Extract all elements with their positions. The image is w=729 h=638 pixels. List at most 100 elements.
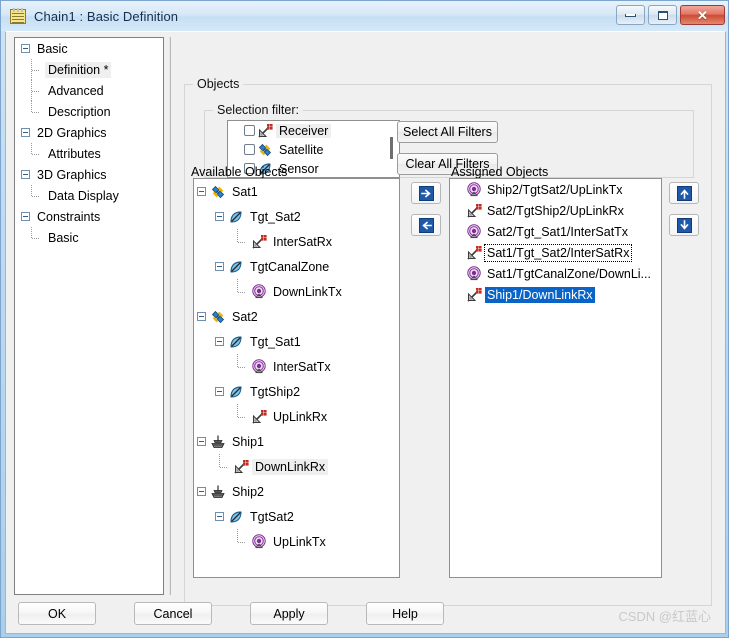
- tree-collapse-icon[interactable]: [215, 512, 224, 521]
- cancel-button[interactable]: Cancel: [134, 602, 212, 625]
- available-object-label: DownLinkRx: [252, 458, 329, 475]
- available-object-item[interactable]: UpLinkTx: [194, 529, 399, 554]
- tree-collapse-icon[interactable]: [21, 170, 30, 179]
- tree-item-data-display[interactable]: Data Display: [15, 185, 163, 206]
- select-all-filters-button[interactable]: Select All Filters: [397, 121, 498, 143]
- tree-collapse-icon[interactable]: [215, 262, 224, 271]
- tree-item-label: Definition *: [45, 61, 112, 78]
- filter-scroll-thumb[interactable]: [390, 137, 393, 159]
- move-down-button[interactable]: [669, 214, 699, 236]
- available-object-item[interactable]: Sat1: [194, 179, 399, 204]
- tree-item-3d-graphics[interactable]: 3D Graphics: [15, 164, 163, 185]
- available-object-item[interactable]: TgtSat2: [194, 504, 399, 529]
- close-button[interactable]: ✕: [680, 5, 725, 25]
- available-object-item[interactable]: UpLinkRx: [194, 404, 399, 429]
- transmitter-icon: [466, 265, 482, 282]
- filter-checkbox-satellite[interactable]: [244, 144, 255, 155]
- tree-item-basic[interactable]: Basic: [15, 38, 163, 59]
- tree-connector: [27, 227, 45, 248]
- tree-item-advanced[interactable]: Advanced: [15, 80, 163, 101]
- available-object-item[interactable]: Tgt_Sat1: [194, 329, 399, 354]
- assigned-object-label: Ship1/DownLinkRx: [485, 286, 595, 303]
- ship-icon: [210, 434, 226, 450]
- tree-item-attributes[interactable]: Attributes: [15, 143, 163, 164]
- tree-item-label: Advanced: [48, 83, 104, 98]
- receiver-icon: [257, 123, 273, 139]
- tree-collapse-icon[interactable]: [197, 487, 206, 496]
- available-object-item[interactable]: TgtShip2: [194, 379, 399, 404]
- assigned-object-item[interactable]: Sat1/Tgt_Sat2/InterSatRx: [450, 242, 661, 263]
- available-object-item[interactable]: DownLinkTx: [194, 279, 399, 304]
- filter-list-scrollbar[interactable]: [386, 123, 397, 175]
- assigned-object-item[interactable]: Ship2/TgtSat2/UpLinkTx: [450, 179, 661, 200]
- filter-row[interactable]: Receiver: [228, 121, 399, 140]
- move-left-button[interactable]: [411, 214, 441, 236]
- dialog-client-area: Basic Definition * Advanced Description 2D G…: [5, 31, 726, 634]
- available-objects-list[interactable]: Sat1 Tgt_Sat2 InterSatRx TgtCanalZone DownLi…: [193, 178, 400, 578]
- available-object-item[interactable]: Ship1: [194, 429, 399, 454]
- receiver-icon: [233, 459, 249, 475]
- filter-row-label: Receiver: [276, 123, 332, 138]
- satellite-icon: [210, 184, 226, 200]
- assigned-object-item[interactable]: Sat2/TgtShip2/UpLinkRx: [450, 200, 661, 221]
- tree-item-2d-graphics[interactable]: 2D Graphics: [15, 122, 163, 143]
- available-object-item[interactable]: InterSatRx: [194, 229, 399, 254]
- tree-item-label: Constraints: [37, 209, 101, 224]
- maximize-button[interactable]: [648, 5, 677, 25]
- apply-button[interactable]: Apply: [250, 602, 328, 625]
- tree-item-constraints[interactable]: Constraints: [15, 206, 163, 227]
- tree-item-basic[interactable]: Basic: [15, 227, 163, 248]
- available-object-item[interactable]: TgtCanalZone: [194, 254, 399, 279]
- available-object-label: UpLinkTx: [273, 534, 326, 549]
- available-object-item[interactable]: InterSatTx: [194, 354, 399, 379]
- tree-item-description[interactable]: Description: [15, 101, 163, 122]
- available-object-item[interactable]: Sat2: [194, 304, 399, 329]
- ship-icon: [210, 484, 226, 500]
- satellite-icon: [210, 309, 226, 325]
- assigned-object-item[interactable]: Sat2/Tgt_Sat1/InterSatTx: [450, 221, 661, 242]
- available-object-item[interactable]: Tgt_Sat2: [194, 204, 399, 229]
- tree-collapse-icon[interactable]: [215, 387, 224, 396]
- tree-collapse-icon[interactable]: [21, 128, 30, 137]
- tree-item-label: 3D Graphics: [37, 167, 107, 182]
- receiver-icon: [251, 409, 267, 425]
- dialog-footer: OK Cancel Apply Help CSDN @红蓝心: [6, 596, 725, 633]
- receiver-icon: [466, 245, 482, 261]
- move-right-button[interactable]: [411, 182, 441, 204]
- available-object-item[interactable]: Ship2: [194, 479, 399, 504]
- help-button[interactable]: Help: [366, 602, 444, 625]
- maximize-icon: [657, 10, 668, 20]
- tree-collapse-icon[interactable]: [21, 44, 30, 53]
- tree-connector: [27, 80, 45, 101]
- panel-splitter[interactable]: [166, 37, 174, 595]
- tree-collapse-icon[interactable]: [21, 212, 30, 221]
- filter-checkbox-receiver[interactable]: [244, 125, 255, 136]
- tree-item-definition[interactable]: Definition *: [15, 59, 163, 80]
- ok-button[interactable]: OK: [18, 602, 96, 625]
- minimize-button[interactable]: [616, 5, 645, 25]
- assigned-objects-list[interactable]: Ship2/TgtSat2/UpLinkTx Sat2/TgtShip2/UpLi…: [449, 178, 662, 578]
- tree-collapse-icon[interactable]: [215, 212, 224, 221]
- tree-connector: [215, 454, 233, 479]
- tree-collapse-icon[interactable]: [197, 437, 206, 446]
- tree-connector: [27, 59, 45, 80]
- assigned-object-label: Sat1/TgtCanalZone/DownLi...: [487, 266, 651, 281]
- notepad-icon: [10, 7, 26, 24]
- sensor-icon: [228, 259, 244, 275]
- tree-collapse-icon[interactable]: [215, 337, 224, 346]
- available-object-item[interactable]: DownLinkRx: [194, 454, 399, 479]
- tree-connector: [233, 529, 251, 554]
- window-controls: ✕: [616, 5, 725, 25]
- tree-collapse-icon[interactable]: [197, 312, 206, 321]
- tree-collapse-icon[interactable]: [197, 187, 206, 196]
- tree-connector: [27, 101, 45, 122]
- filter-row[interactable]: Satellite: [228, 140, 399, 159]
- assigned-object-item[interactable]: Sat1/TgtCanalZone/DownLi...: [450, 263, 661, 284]
- transmitter-icon: [466, 223, 482, 240]
- arrow-right-icon: [418, 185, 434, 201]
- filter-row-label: Satellite: [279, 142, 324, 157]
- assigned-object-item[interactable]: Ship1/DownLinkRx: [450, 284, 661, 305]
- navigation-tree[interactable]: Basic Definition * Advanced Description 2D G…: [14, 37, 164, 595]
- sensor-icon: [228, 509, 244, 525]
- move-up-button[interactable]: [669, 182, 699, 204]
